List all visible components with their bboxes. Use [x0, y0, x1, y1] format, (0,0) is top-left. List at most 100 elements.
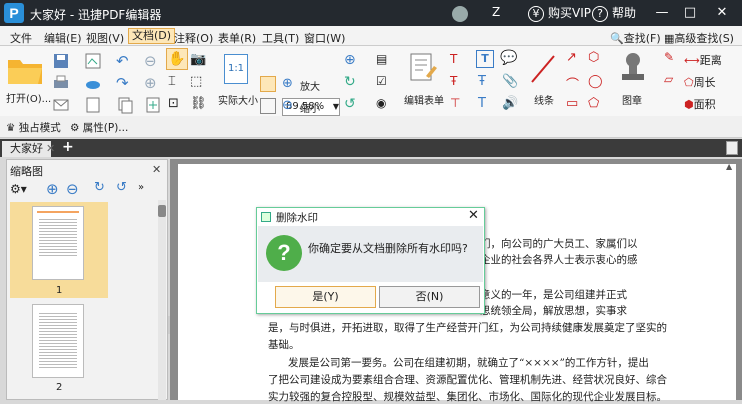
line-label[interactable]: 线条 [534, 92, 554, 107]
perimeter-button[interactable]: ⬠周长 [684, 74, 716, 90]
zoom-out-icon[interactable]: ⊖ [282, 98, 293, 113]
new-tab-button[interactable]: + [62, 139, 74, 155]
thumbnail-more-icon[interactable]: » [138, 182, 144, 193]
open-button-label[interactable]: 打开(O)... [6, 90, 51, 105]
scan-icon[interactable] [84, 52, 102, 70]
note-icon[interactable]: 💬 [500, 50, 517, 66]
thumbnail-zoom-out-icon[interactable]: ⊖ [66, 180, 79, 198]
stamp-label[interactable]: 图章 [622, 92, 642, 107]
edit-form-icon[interactable] [408, 52, 438, 84]
thumbnail-scrollbar-thumb[interactable] [158, 205, 166, 217]
distance-button[interactable]: ⟷距离 [684, 52, 722, 68]
undo-icon[interactable]: ↶ [116, 52, 129, 70]
tab-document[interactable]: 大家好 [2, 141, 51, 157]
menu-view[interactable]: 视图(V) [86, 30, 124, 46]
page-scroll-up-icon[interactable]: ▲ [726, 162, 736, 172]
dialog-close-icon[interactable]: ✕ [468, 208, 479, 223]
yes-button[interactable]: 是(Y) [275, 286, 376, 308]
advanced-find-button[interactable]: ▦高级查找(S) [664, 30, 734, 46]
exclusive-mode-button[interactable]: ♛ 独占模式 [6, 120, 61, 135]
shape-icon[interactable]: ⬡ [588, 50, 599, 65]
checkbox-field-icon[interactable]: ☑ [376, 74, 387, 88]
forward-icon[interactable]: ⊕ [144, 74, 157, 92]
thumbnail-rotate-ccw-icon[interactable]: ↺ [116, 180, 127, 195]
tab-close-icon[interactable]: ✕ [46, 142, 55, 155]
form-field-icon[interactable]: ▤ [376, 52, 387, 66]
cloud-icon[interactable] [84, 74, 102, 92]
highlight-text-icon[interactable]: Ŧ [478, 74, 486, 89]
polyline-icon[interactable]: ⌒ [566, 74, 579, 93]
zoom-tool-icon[interactable]: ⊕ [344, 52, 356, 68]
zoom-in-icon[interactable]: ⊕ [282, 76, 293, 91]
properties-label: 属性(P)... [82, 122, 129, 134]
thumbnail-rotate-cw-icon[interactable]: ↻ [94, 180, 105, 195]
minimize-button[interactable]: — [652, 3, 672, 23]
rotate-ccw-icon[interactable]: ↺ [344, 96, 356, 112]
menu-form[interactable]: 表单(R) [218, 30, 256, 46]
hand-tool-icon[interactable]: ✋ [166, 48, 188, 70]
copy-page-icon[interactable] [116, 96, 134, 114]
thumbnail-page-2-image[interactable] [32, 304, 84, 378]
save-icon[interactable] [52, 52, 70, 70]
arrow-icon[interactable]: ↗ [566, 50, 577, 65]
fit-width-icon[interactable] [260, 98, 276, 114]
thumbnail-scrollbar[interactable] [158, 200, 166, 400]
polygon-icon[interactable]: ⬠ [588, 96, 599, 111]
page-icon[interactable] [84, 96, 102, 114]
attachment-icon[interactable]: 📎 [502, 74, 518, 89]
text-field-icon[interactable]: T [450, 52, 457, 66]
no-button[interactable]: 否(N) [379, 286, 480, 308]
underline-text-icon[interactable]: T [478, 96, 486, 111]
thumbnail-panel-close-icon[interactable]: ✕ [152, 163, 161, 176]
line-icon[interactable] [528, 52, 558, 86]
perimeter-label: 周长 [693, 76, 716, 89]
sound-icon[interactable]: 🔊 [502, 96, 518, 111]
snapshot-icon[interactable]: ⊡ [168, 96, 179, 111]
menu-tools[interactable]: 工具(T) [262, 30, 299, 46]
chevron-down-icon[interactable]: ▼ [330, 98, 342, 116]
menu-window[interactable]: 窗口(W) [304, 30, 345, 46]
select-area-icon[interactable]: ⬚ [190, 74, 202, 89]
edit-form-label[interactable]: 编辑表单 [404, 92, 444, 107]
user-avatar[interactable] [452, 6, 468, 22]
tab-restore-icon[interactable] [726, 141, 738, 155]
callout-icon[interactable]: ⊤ [450, 96, 460, 110]
insert-page-icon[interactable] [144, 96, 162, 114]
user-name[interactable]: Z [492, 5, 500, 19]
rotate-cw-icon[interactable]: ↻ [344, 74, 356, 90]
hyperlink-icon[interactable]: ⛓ [190, 96, 207, 111]
camera-icon[interactable]: 📷 [190, 52, 206, 67]
rectangle-icon[interactable]: ▭ [566, 96, 578, 111]
menu-edit[interactable]: 编辑(E) [44, 30, 82, 46]
typewriter-icon[interactable]: T [476, 50, 494, 68]
menu-comment[interactable]: 注释(O) [174, 30, 213, 46]
stamp-icon[interactable] [618, 50, 648, 86]
thumbnail-options-icon[interactable]: ⚙▾ [10, 182, 27, 196]
email-icon[interactable] [52, 96, 70, 114]
zoom-in-label[interactable]: 放大 [300, 78, 320, 93]
find-button[interactable]: 🔍查找(F) [610, 30, 661, 46]
actual-size-label[interactable]: 实际大小 [218, 92, 258, 107]
properties-button[interactable]: ⚙ 属性(P)... [70, 120, 128, 135]
area-button[interactable]: ⬢面积 [684, 96, 716, 112]
menu-file[interactable]: 文件 [10, 30, 32, 46]
menu-document[interactable]: 文档(D) [128, 28, 176, 44]
pencil-icon[interactable]: ✎ [664, 50, 674, 64]
actual-size-icon[interactable]: 1:1 [224, 54, 248, 84]
radio-field-icon[interactable]: ◉ [376, 96, 386, 110]
fit-page-icon[interactable] [260, 76, 276, 92]
zoom-out-label[interactable]: 缩小 [300, 100, 320, 115]
text-box-icon[interactable]: Ŧ [450, 74, 457, 88]
back-icon[interactable]: ⊖ [144, 52, 157, 70]
help-button[interactable]: ? 帮助 [592, 4, 636, 22]
maximize-button[interactable]: □ [680, 3, 700, 23]
thumbnail-zoom-in-icon[interactable]: ⊕ [46, 180, 59, 198]
select-text-icon[interactable]: ⌶ [168, 74, 176, 89]
print-icon[interactable] [52, 74, 70, 92]
close-window-button[interactable]: ✕ [712, 3, 732, 23]
ellipse-icon[interactable]: ◯ [588, 74, 603, 89]
open-folder-icon[interactable] [6, 54, 44, 86]
buy-vip-button[interactable]: ¥ 购买VIP [528, 4, 591, 22]
eraser-icon[interactable]: ▱ [664, 72, 673, 86]
redo-icon[interactable]: ↷ [116, 74, 129, 92]
